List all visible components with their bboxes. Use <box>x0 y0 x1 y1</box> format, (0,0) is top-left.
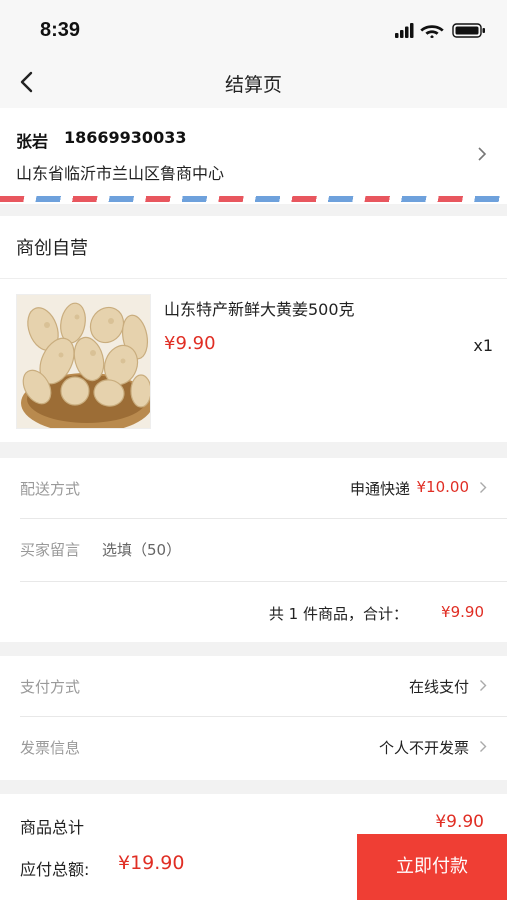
product-title[interactable]: 山东特产新鲜大黄姜500克 <box>164 296 355 320</box>
pay-now-button[interactable]: 立即付款 <box>357 834 507 900</box>
delivery-fee: ¥10.00 <box>416 478 470 496</box>
shop-name: 商创自营 <box>16 238 88 259</box>
airmail-stripe-divider <box>0 196 507 202</box>
delivery-method-value: 申通快递 <box>349 480 410 498</box>
payment-method-label: 支付方式 <box>20 678 81 696</box>
delivery-method-label: 配送方式 <box>20 480 81 498</box>
ginger-product-image[interactable] <box>16 294 151 429</box>
payment-method-value: 在线支付 <box>408 678 469 696</box>
recipient-name: 张岩 <box>16 132 49 151</box>
order-card: 商创自营 山东特产新鲜大黄姜500克 ¥9.90 x1 <box>0 216 507 442</box>
product-price: ¥9.90 <box>164 333 216 354</box>
delivery-method-row[interactable]: 配送方式 申通快递 ¥10.00 <box>0 458 507 518</box>
payment-card: 支付方式 在线支付 发票信息 个人不开发票 <box>0 656 507 780</box>
chevron-right-icon <box>480 680 487 691</box>
nav-bar: 结算页 <box>0 56 507 108</box>
invoice-row[interactable]: 发票信息 个人不开发票 <box>0 717 507 780</box>
status-bar: 8:39 <box>0 0 507 56</box>
delivery-card: 配送方式 申通快递 ¥10.00 买家留言 选填（50） 共 1 件商品，合计：… <box>0 458 507 642</box>
status-time: 8:39 <box>40 19 81 41</box>
address-detail: 山东省临沂市兰山区鲁商中心 <box>16 164 225 183</box>
invoice-value: 个人不开发票 <box>378 739 469 757</box>
payment-method-row[interactable]: 支付方式 在线支付 <box>0 656 507 716</box>
chevron-right-icon <box>478 147 487 161</box>
buyer-message-input[interactable]: 选填（50） <box>102 539 181 560</box>
payable-value: ¥19.90 <box>118 852 185 874</box>
status-icons <box>395 23 485 38</box>
subtotal-value: ¥9.90 <box>441 603 484 621</box>
chevron-right-icon <box>480 741 487 752</box>
page-title: 结算页 <box>224 74 282 96</box>
invoice-label: 发票信息 <box>20 739 81 757</box>
payable-label: 应付总额: <box>20 860 90 879</box>
subtotal-text: 共 1 件商品，合计： <box>268 605 408 623</box>
goods-total-label: 商品总计 <box>20 818 85 837</box>
divider <box>0 278 507 279</box>
buyer-message-label: 买家留言 <box>20 541 81 559</box>
wifi-icon <box>420 25 444 38</box>
recipient-phone: 18669930033 <box>64 128 187 147</box>
product-quantity: x1 <box>473 336 493 355</box>
signal-icon <box>395 23 414 38</box>
goods-total-value: ¥9.90 <box>435 812 484 832</box>
chevron-right-icon <box>480 482 487 493</box>
battery-icon <box>452 23 485 38</box>
address-card[interactable]: 张岩 18669930033 山东省临沂市兰山区鲁商中心 <box>0 108 507 204</box>
divider <box>20 581 507 582</box>
buyer-message-row: 买家留言 选填（50） <box>0 519 507 581</box>
